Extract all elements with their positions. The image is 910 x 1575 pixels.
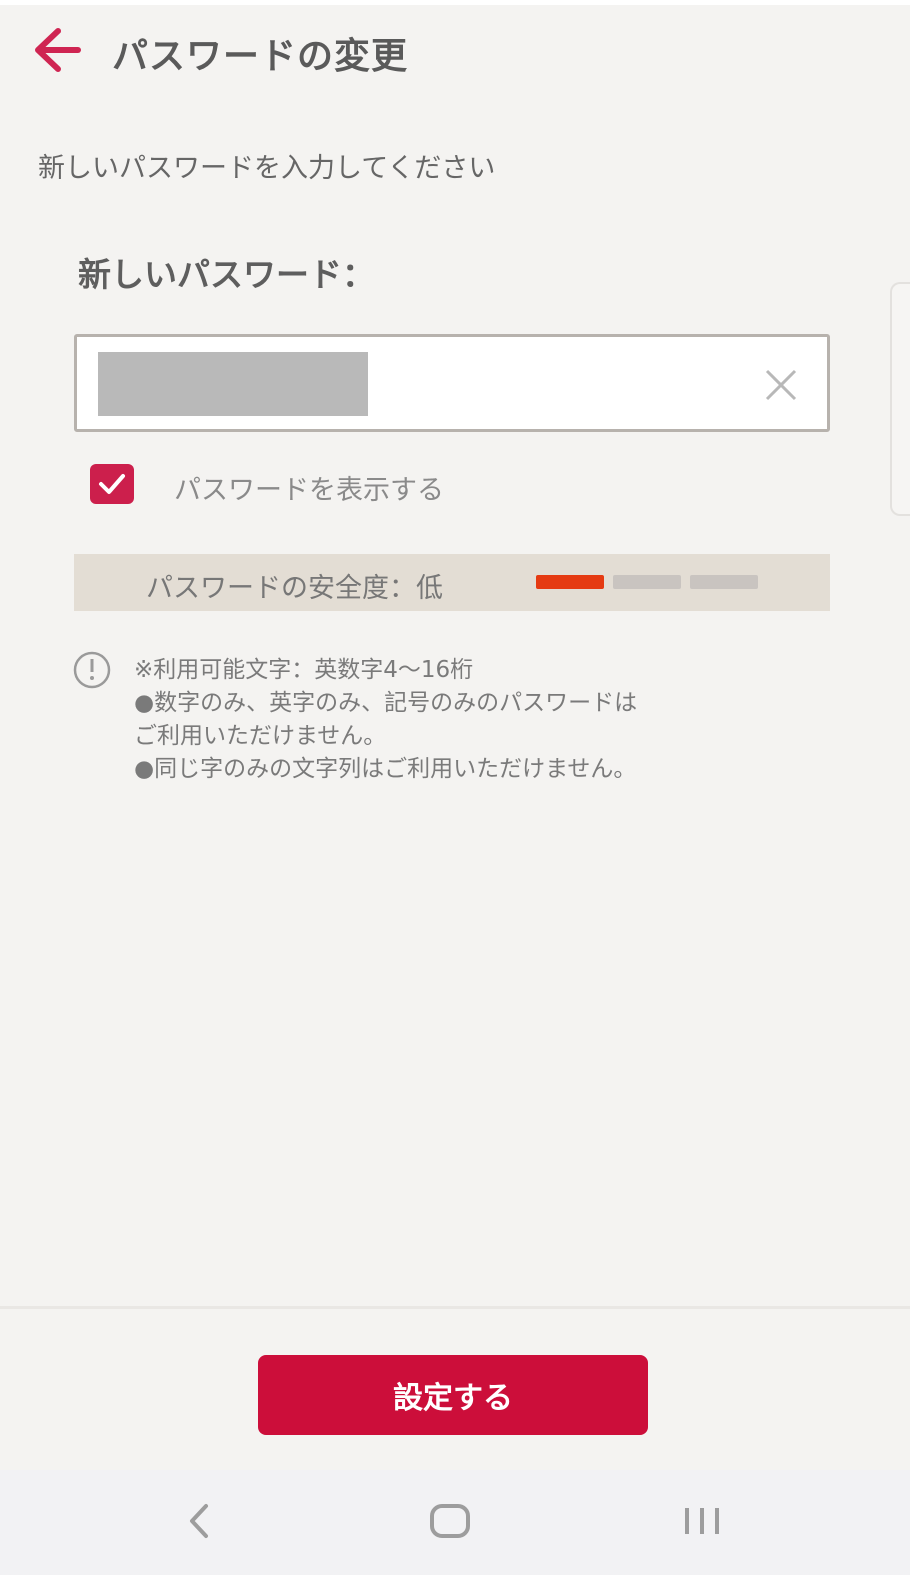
- clear-button[interactable]: [761, 365, 801, 405]
- checkmark-icon: [99, 474, 125, 494]
- set-password-button[interactable]: 設定する: [258, 1355, 648, 1435]
- instruction-text: 新しいパスワードを入力してください: [38, 153, 496, 184]
- show-password-checkbox[interactable]: [90, 464, 134, 504]
- nav-recents-button[interactable]: [672, 1496, 732, 1546]
- nav-home-icon: [430, 1504, 470, 1538]
- password-value: ••••••••: [98, 352, 368, 416]
- strength-label: パスワードの安全度：低: [146, 573, 443, 604]
- rule-line: ご利用いただけません。: [134, 723, 387, 749]
- close-icon: [765, 369, 797, 401]
- password-strength-panel: パスワードの安全度：低: [74, 554, 830, 611]
- rule-line: ※利用可能文字：英数字4〜16桁: [134, 657, 474, 683]
- strength-meter: [536, 575, 758, 589]
- system-navigation-bar: [0, 1470, 910, 1575]
- rule-line: ●数字のみ、英字のみ、記号のみのパスワードは: [134, 690, 638, 716]
- info-icon: [73, 651, 111, 689]
- rule-line: ●同じ字のみの文字列はご利用いただけません。: [134, 756, 637, 782]
- nav-back-button[interactable]: [168, 1496, 228, 1546]
- footer-divider: [0, 1306, 910, 1309]
- nav-back-icon: [190, 1504, 208, 1538]
- strength-segment-1: [536, 575, 604, 589]
- nav-recents-icon: [685, 1508, 719, 1534]
- page-title: パスワードの変更: [112, 36, 409, 77]
- rules-text: ※利用可能文字：英数字4〜16桁 ●数字のみ、英字のみ、記号のみのパスワードは …: [134, 654, 814, 786]
- new-password-label: 新しいパスワード：: [78, 255, 375, 294]
- new-password-input[interactable]: ••••••••: [74, 334, 830, 432]
- strength-segment-3: [690, 575, 758, 589]
- show-password-toggle[interactable]: パスワードを表示する: [88, 462, 508, 508]
- arrow-left-icon: [35, 28, 81, 72]
- back-button[interactable]: [28, 25, 84, 75]
- side-panel-handle[interactable]: [890, 282, 910, 516]
- show-password-label: パスワードを表示する: [174, 475, 444, 506]
- nav-home-button[interactable]: [420, 1496, 480, 1546]
- app-header: パスワードの変更: [0, 5, 910, 95]
- strength-segment-2: [613, 575, 681, 589]
